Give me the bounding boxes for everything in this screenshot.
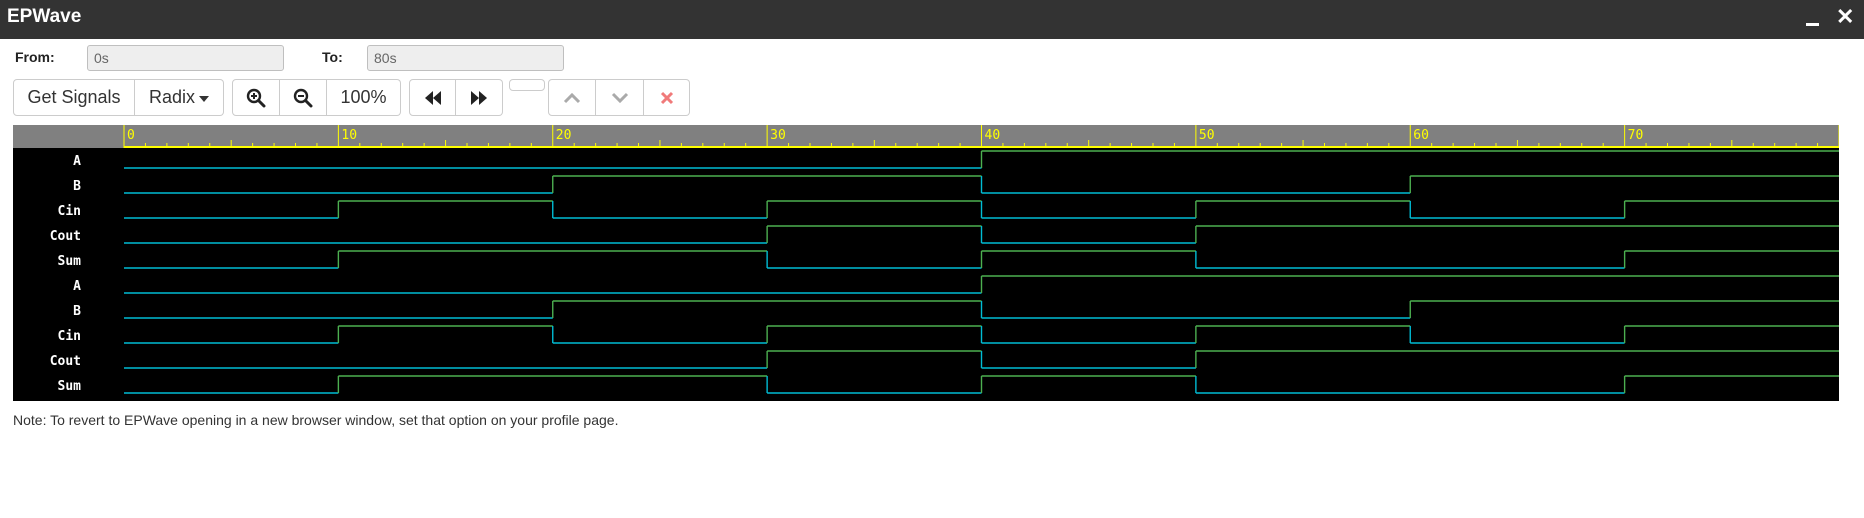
minimize-button[interactable]	[1803, 9, 1823, 31]
caret-down-icon	[199, 95, 210, 102]
chevron-up-icon	[563, 92, 581, 103]
to-label: To:	[322, 49, 343, 65]
from-label: From:	[15, 49, 55, 65]
move-down-button[interactable]	[596, 79, 644, 116]
ruler-label: 70	[1628, 128, 1644, 143]
signal-name: Sum	[58, 379, 82, 394]
chevron-down-icon	[611, 92, 628, 103]
close-button[interactable]: ✕	[1836, 4, 1854, 30]
signal-name: Sum	[58, 254, 82, 269]
zoom-in-icon	[246, 88, 266, 107]
signal-name: B	[73, 304, 81, 319]
ruler-label: 60	[1413, 128, 1429, 143]
fast-backward-icon	[424, 90, 441, 105]
cursor-value-pill[interactable]	[509, 79, 545, 91]
title-bar: EPWave ✕	[0, 0, 1864, 39]
ruler-label: 10	[341, 128, 357, 143]
radix-dropdown-button[interactable]: Radix	[135, 79, 224, 116]
signal-name: Cout	[50, 354, 81, 369]
radix-label: Radix	[148, 87, 196, 107]
timeline-ruler	[13, 125, 1839, 148]
zoom-level-button[interactable]: 100%	[327, 79, 401, 116]
ruler-label: 50	[1199, 128, 1215, 143]
to-input[interactable]	[367, 45, 564, 71]
signal-name: Cout	[50, 229, 81, 244]
profile-note: Note: To revert to EPWave opening in a n…	[13, 412, 619, 428]
waveform-viewer[interactable]: 0 10 20 30 40 50 60 70 A B Cin Cout Sum A B Cin Cout Sum	[13, 125, 1840, 401]
previous-transition-button[interactable]	[409, 79, 456, 116]
zoom-out-icon	[293, 88, 313, 107]
ruler-label: 0	[127, 128, 135, 143]
get-signals-button[interactable]: Get Signals	[13, 79, 135, 116]
from-input[interactable]	[87, 45, 284, 71]
next-transition-button[interactable]	[456, 79, 503, 116]
signal-name: B	[73, 179, 81, 194]
remove-signal-button[interactable]	[644, 79, 690, 116]
signal-name: Cin	[58, 329, 81, 344]
ruler-label: 30	[770, 128, 786, 143]
zoom-level-label: 100%	[340, 87, 387, 107]
get-signals-label: Get Signals	[27, 87, 121, 107]
move-up-button[interactable]	[548, 79, 596, 116]
zoom-out-button[interactable]	[280, 79, 327, 116]
zoom-in-button[interactable]	[232, 79, 280, 116]
fast-forward-icon	[471, 90, 487, 105]
ruler-label: 20	[556, 128, 572, 143]
signal-name: A	[73, 279, 81, 294]
signal-name: A	[73, 154, 81, 169]
remove-icon	[660, 91, 673, 104]
signal-name: Cin	[58, 204, 81, 219]
waveform-canvas[interactable]: 0 10 20 30 40 50 60 70ABCinCoutSumABCinCoutSum	[13, 125, 1840, 401]
window-title: EPWave	[7, 6, 82, 27]
ruler-label: 40	[985, 128, 1001, 143]
